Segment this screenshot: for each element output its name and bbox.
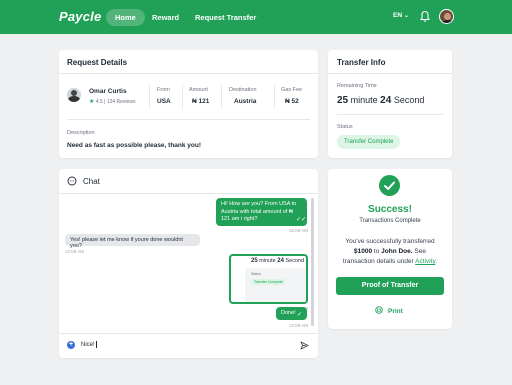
bell-icon[interactable]: [419, 10, 431, 23]
divider: [59, 333, 318, 334]
requester-name: Omar Curtis: [89, 88, 127, 95]
divider: [328, 73, 452, 74]
chat-title: Chat: [83, 177, 100, 186]
column-separator: [221, 85, 222, 109]
language-select[interactable]: EN ⌄: [393, 12, 409, 19]
amount-value: ₦ 121: [192, 98, 210, 105]
message-timestamp: 12:08 AM: [65, 249, 85, 254]
chat-bubble-icon: [67, 176, 77, 186]
chevron-down-icon: ⌄: [404, 13, 410, 19]
print-icon: [375, 306, 383, 314]
attachment-time-text: 25 minute 24 Second: [251, 258, 305, 264]
top-navbar: Paycle Home Reward Request Transfer EN ⌄: [0, 0, 512, 34]
column-separator: [182, 85, 183, 109]
chat-message-input[interactable]: Nice!: [81, 341, 97, 348]
app-logo[interactable]: Paycle: [59, 9, 101, 24]
gas-fee-value: ₦ 52: [285, 98, 299, 105]
chat-image-attachment[interactable]: 25 minute 24 Second Status Transfer Comp…: [229, 254, 308, 304]
attachment-preview: Status Transfer Complete: [245, 268, 306, 302]
star-icon: ★: [89, 99, 95, 105]
double-check-icon: ✓: [297, 312, 303, 318]
success-check-icon: [379, 175, 400, 196]
destination-label: Destination: [229, 87, 257, 93]
requester-rating: ★ 4.5 | 124 Reviews: [89, 99, 136, 105]
user-avatar[interactable]: [439, 9, 454, 24]
send-icon[interactable]: [300, 341, 309, 350]
divider: [67, 119, 310, 120]
gas-fee-label: Gas Fee: [281, 87, 303, 93]
transfer-info-card: Transfer Info Remaining Time 25 minute 2…: [328, 50, 452, 158]
language-label: EN: [393, 12, 403, 19]
requester-avatar: [67, 88, 81, 102]
request-details-card: Request Details Omar Curtis ★ 4.5 | 124 …: [59, 50, 318, 158]
double-check-icon: ✓✓: [296, 217, 307, 223]
attachment-status-label: Status: [251, 272, 261, 276]
print-button[interactable]: Print: [375, 306, 403, 315]
divider: [59, 73, 318, 74]
attachment-status-badge: Transfer Complete: [251, 279, 286, 285]
nav-reward[interactable]: Reward: [143, 9, 188, 26]
nav-home[interactable]: Home: [106, 9, 145, 26]
status-badge: Transfer Complete: [337, 135, 401, 149]
remaining-time-label: Remaining Time: [337, 83, 377, 89]
message-timestamp: 12:08 AM: [289, 323, 309, 328]
from-label: From: [157, 87, 170, 93]
activity-link[interactable]: Activity: [415, 258, 435, 265]
transfer-info-title: Transfer Info: [337, 58, 386, 67]
success-message: You've successfully transferred $1000 to…: [342, 238, 438, 265]
status-label: Status: [337, 124, 353, 130]
message-timestamp: 12:08 AM: [289, 228, 309, 233]
column-separator: [149, 85, 150, 109]
chat-message-incoming: Yes! please let me know if youre done wo…: [65, 234, 200, 249]
description-label: Description: [67, 130, 95, 136]
request-details-title: Request Details: [67, 58, 128, 67]
success-card: Success! Transactions Complete You've su…: [328, 169, 452, 329]
success-title: Success!: [368, 204, 412, 215]
column-separator: [274, 85, 275, 109]
from-value: USA: [157, 98, 171, 105]
nav-request-transfer[interactable]: Request Transfer: [186, 9, 265, 26]
description-text: Need as fast as possible please, thank y…: [67, 142, 202, 149]
remaining-time-value: 25 minute 24 Second: [337, 95, 425, 106]
divider: [59, 193, 318, 194]
destination-value: Austria: [234, 98, 257, 105]
divider: [337, 114, 443, 115]
chat-message-outgoing: Done!: [276, 307, 307, 320]
amount-label: Amount: [189, 87, 208, 93]
add-attachment-button[interactable]: +: [67, 341, 75, 349]
success-subtitle: Transactions Complete: [359, 218, 421, 224]
proof-of-transfer-button[interactable]: Proof of Transfer: [336, 277, 444, 295]
chat-scrollbar[interactable]: [311, 198, 314, 326]
chat-message-outgoing: Hi! How are you? From USA to Austria wit…: [216, 198, 307, 226]
